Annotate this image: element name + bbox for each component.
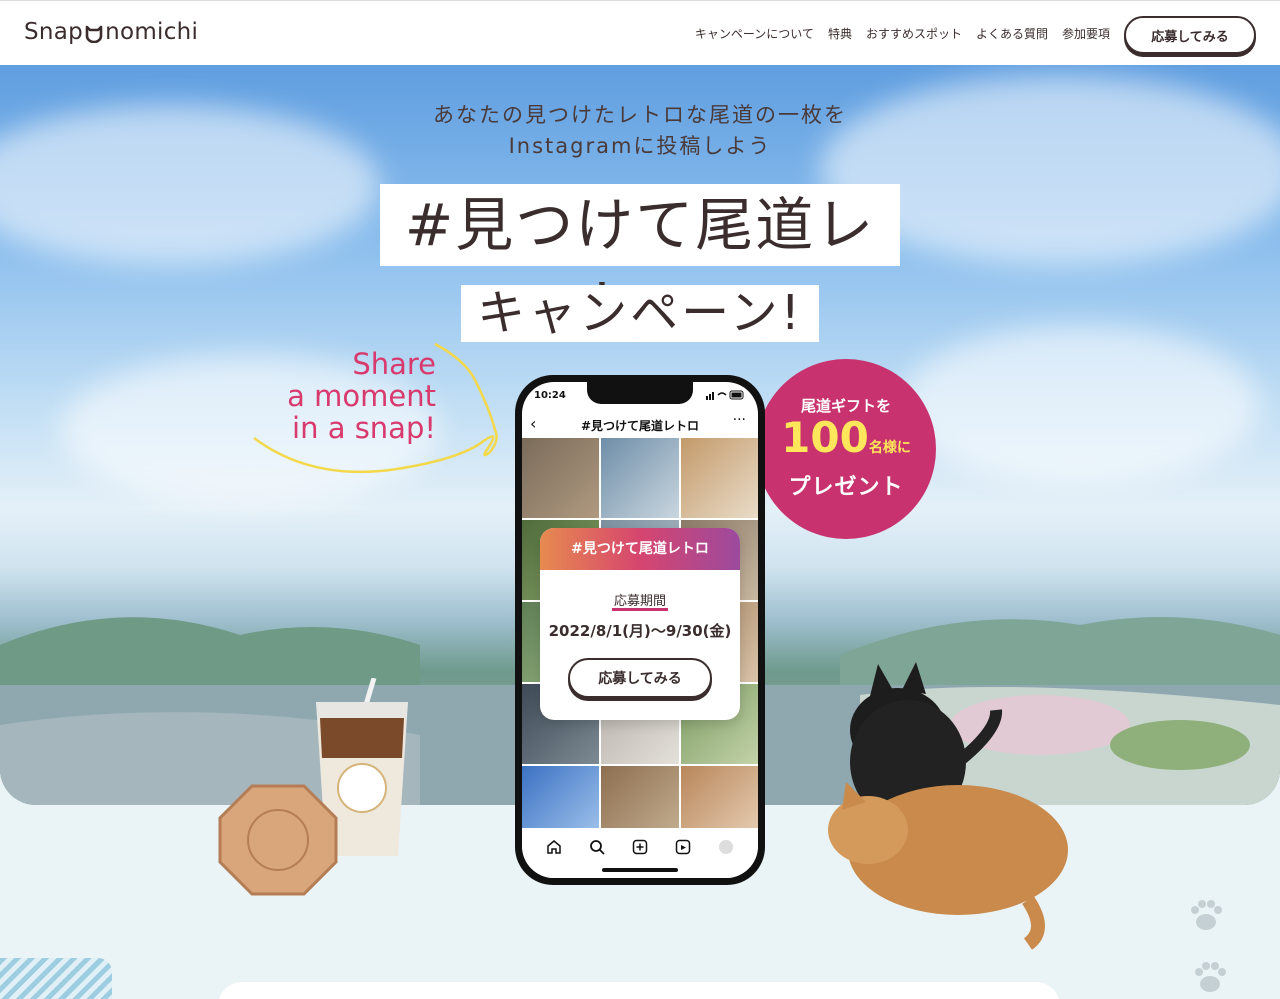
tagline-line-2: Instagramに投稿しよう	[508, 134, 772, 158]
photo-tile[interactable]	[680, 438, 758, 518]
card-hashtag-title: #見つけて尾道レトロ	[540, 528, 740, 570]
signal-battery-icon	[706, 390, 744, 400]
profile-icon[interactable]	[718, 839, 734, 855]
share-line-3: in a snap!	[292, 411, 436, 445]
nav-item-guidelines[interactable]: 参加要項	[1062, 25, 1110, 42]
instagram-hashtag-title: #見つけて尾道レトロ	[580, 419, 700, 433]
main-nav: キャンペーンについて 特典 おすすめスポット よくある質問 参加要項	[695, 25, 1110, 42]
tagline-line-1: あなたの見つけたレトロな尾道の一枚を	[433, 103, 847, 127]
nav-item-spots[interactable]: おすすめスポット	[866, 25, 962, 42]
phone-notch	[587, 382, 693, 404]
campaign-title-line-1: #見つけて尾道レトロ	[380, 184, 900, 341]
next-section-card	[218, 982, 1060, 999]
application-period-date: 2022/8/1(月)〜9/30(金)	[548, 622, 732, 640]
nav-item-faq[interactable]: よくある質問	[976, 25, 1048, 42]
campaign-title-line-2: キャンペーン!	[461, 285, 819, 342]
share-slogan: Share a moment in a snap!	[286, 348, 436, 444]
share-line-1: Share	[352, 347, 436, 381]
share-line-2: a moment	[287, 379, 436, 413]
status-icons	[706, 390, 746, 403]
application-period-label: 応募期間	[613, 594, 666, 609]
photo-tile[interactable]	[601, 438, 679, 518]
striped-decoration	[0, 958, 112, 999]
instagram-header: ‹ #見つけて尾道レトロ ···	[522, 412, 758, 438]
hero-tagline: あなたの見つけたレトロな尾道の一枚を Instagramに投稿しよう	[0, 100, 1280, 162]
logo-text-suffix: nomichi	[105, 19, 199, 45]
site-header: Snap nomichi キャンペーンについて 特典 おすすめスポット よくある…	[0, 0, 1280, 65]
search-icon[interactable]	[589, 839, 605, 855]
header-apply-button[interactable]: 応募してみる	[1124, 16, 1256, 54]
label-underline	[612, 608, 668, 611]
badge-line-2: 100名様に	[756, 413, 936, 462]
logo-text: Snap	[24, 19, 84, 45]
logo[interactable]: Snap nomichi	[24, 19, 198, 45]
nav-item-benefits[interactable]: 特典	[828, 25, 852, 42]
card-apply-button[interactable]: 応募してみる	[568, 658, 712, 698]
photo-tile[interactable]	[522, 438, 600, 518]
status-time: 10:24	[534, 390, 566, 401]
cat-logo-icon	[85, 25, 103, 43]
cookie-illustration	[218, 784, 338, 896]
campaign-card: #見つけて尾道レトロ 応募期間 2022/8/1(月)〜9/30(金) 応募して…	[540, 528, 740, 720]
more-icon[interactable]: ···	[733, 412, 746, 428]
add-post-icon[interactable]	[632, 839, 648, 855]
nav-item-about[interactable]: キャンペーンについて	[695, 25, 814, 42]
badge-number: 100	[781, 413, 869, 462]
gift-badge: 尾道ギフトを 100名様に プレゼント	[756, 359, 936, 539]
cats-illustration	[828, 662, 1068, 950]
paw-print-icon	[1191, 900, 1222, 930]
home-indicator	[602, 868, 678, 872]
cloud-decoration	[900, 325, 1260, 485]
reels-icon[interactable]	[675, 839, 691, 855]
paw-print-icon	[1195, 962, 1226, 992]
badge-line-3: プレゼント	[788, 475, 904, 500]
badge-suffix: 名様に	[868, 440, 911, 456]
home-icon[interactable]	[546, 839, 562, 855]
